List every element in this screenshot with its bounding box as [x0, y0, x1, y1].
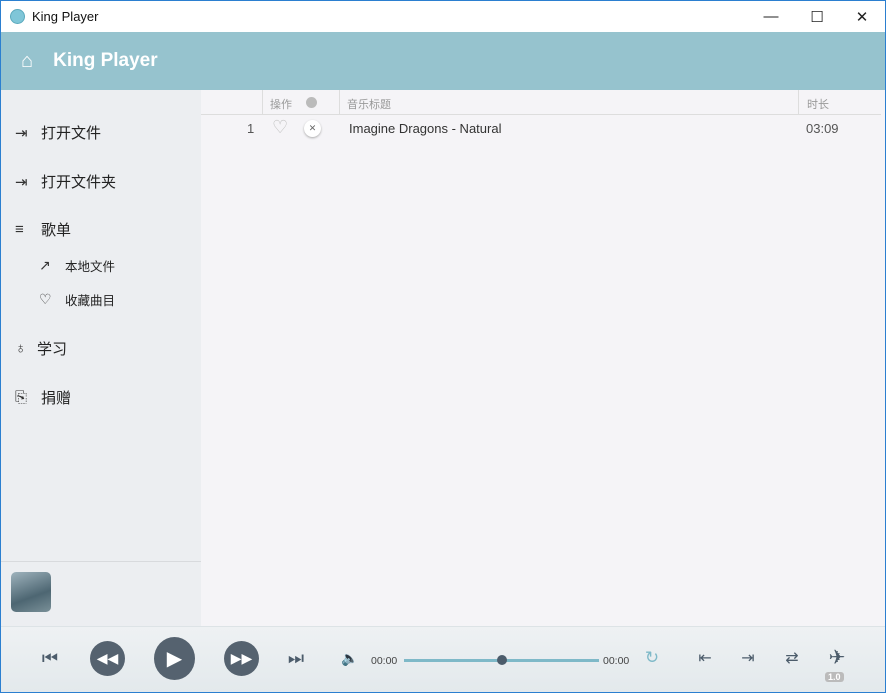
- home-icon[interactable]: ⌂: [21, 50, 33, 73]
- label: 收藏曲目: [65, 294, 116, 308]
- label: 打开文件: [41, 125, 102, 142]
- skip-next-icon[interactable]: ⏭: [285, 647, 307, 669]
- divider: [1, 561, 201, 562]
- align-start-icon[interactable]: ⇤: [694, 648, 716, 668]
- sidebar-item-learn[interactable]: ♁ 学习: [15, 338, 67, 359]
- skip-previous-icon[interactable]: ⏮: [39, 647, 61, 669]
- heart-icon[interactable]: ♡: [272, 117, 288, 138]
- player-bar: ⏮ ◀◀ ▶ ▶▶ ⏭ 🔈 00:00 00:00 ↻ ⇤ ⇥ ⇄ ✈ 1.0: [1, 626, 885, 692]
- table-row[interactable]: 1 ♡ ✕ Imagine Dragons - Natural 03:09: [201, 115, 881, 141]
- sidebar: ⇥ 打开文件 ⇥ 打开文件夹 ≡ 歌单 ↗ 本地文件 ♡ 收藏曲目 ♁ 学习 ⎘ 捐赠: [1, 90, 201, 626]
- lightbulb-icon: ♁: [15, 340, 27, 357]
- label: 学习: [37, 341, 68, 358]
- sidebar-item-open-folder[interactable]: ⇥ 打开文件夹: [15, 171, 116, 192]
- airplane-icon[interactable]: ✈: [825, 645, 849, 669]
- sidebar-item-local-files[interactable]: ↗ 本地文件: [39, 256, 115, 275]
- speed-badge[interactable]: 1.0: [825, 672, 844, 682]
- repeat-icon[interactable]: ⇄: [781, 648, 803, 668]
- fast-forward-button[interactable]: ▶▶: [224, 641, 259, 676]
- import-icon: ⇥: [15, 124, 28, 142]
- refresh-icon[interactable]: ↻: [642, 648, 662, 668]
- current-time: 00:00: [371, 655, 398, 667]
- title-bar: King Player — ☐ ✕: [1, 1, 885, 32]
- import-icon: ⇥: [15, 173, 28, 191]
- header-duration: 时长: [807, 99, 829, 111]
- total-time: 00:00: [603, 655, 630, 667]
- maximize-button[interactable]: ☐: [794, 1, 840, 32]
- align-end-icon[interactable]: ⇥: [737, 648, 759, 668]
- label: 打开文件夹: [41, 174, 117, 191]
- close-button[interactable]: ✕: [839, 1, 885, 32]
- minimize-button[interactable]: —: [748, 1, 794, 32]
- table-header: 操作 音乐标题 时长: [201, 90, 881, 115]
- album-cover[interactable]: [11, 572, 51, 612]
- progress-knob[interactable]: [496, 655, 507, 665]
- sidebar-item-playlist[interactable]: ≡ 歌单: [15, 219, 71, 240]
- divider: [262, 90, 263, 115]
- divider: [798, 90, 799, 115]
- donate-icon: ⎘: [15, 389, 28, 406]
- label: 歌单: [41, 222, 72, 239]
- header-title: 音乐标题: [347, 99, 391, 111]
- row-index: 1: [247, 121, 255, 136]
- remove-all-icon[interactable]: [306, 97, 317, 108]
- sidebar-item-open-file[interactable]: ⇥ 打开文件: [15, 122, 101, 143]
- header-action: 操作: [270, 99, 292, 111]
- sidebar-item-favorites[interactable]: ♡ 收藏曲目: [39, 290, 115, 309]
- remove-icon[interactable]: ✕: [304, 120, 321, 137]
- track-list: 操作 音乐标题 时长 1 ♡ ✕ Imagine Dragons - Natur…: [201, 90, 885, 626]
- rewind-button[interactable]: ◀◀: [90, 641, 125, 676]
- label: 捐赠: [41, 390, 72, 407]
- app-icon: [10, 9, 25, 24]
- heart-icon: ♡: [39, 291, 52, 307]
- row-title: Imagine Dragons - Natural: [349, 121, 502, 136]
- divider: [339, 90, 340, 115]
- playlist-icon: ≡: [15, 221, 24, 238]
- app-header: ⌂ King Player: [1, 32, 885, 90]
- window-title: King Player: [32, 9, 99, 24]
- external-link-icon: ↗: [39, 257, 51, 273]
- app-title: King Player: [53, 50, 158, 71]
- volume-icon[interactable]: 🔈: [341, 649, 359, 667]
- sidebar-item-donate[interactable]: ⎘ 捐赠: [15, 387, 71, 408]
- label: 本地文件: [65, 260, 116, 274]
- play-button[interactable]: ▶: [154, 637, 195, 680]
- row-duration: 03:09: [806, 121, 839, 136]
